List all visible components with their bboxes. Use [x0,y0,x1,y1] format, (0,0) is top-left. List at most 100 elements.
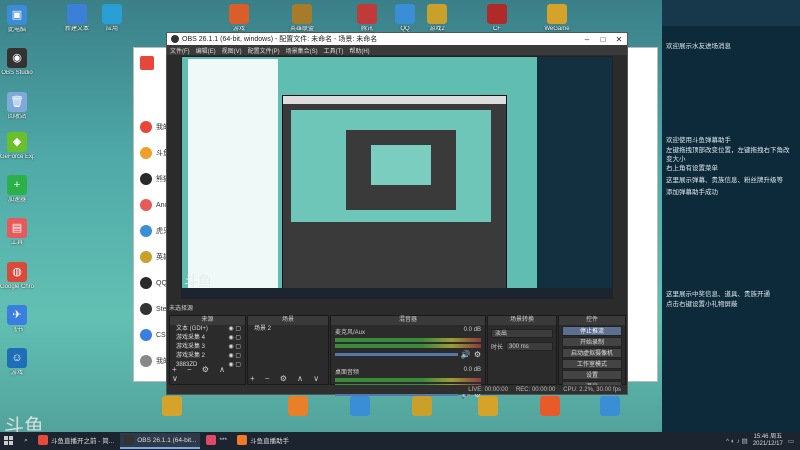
desktop-icon-label: 飞书 [10,327,23,333]
desktop-icon[interactable]: 游戏 [222,4,256,33]
control-button[interactable]: 启动虚拟摄像机 [562,348,622,358]
nested-preview [291,110,491,222]
list-item[interactable]: CS [140,326,166,344]
sources-panel[interactable]: 来源 文本 (GDI+) ◉ ▢ 游戏采集 4 ◉ ▢ 游戏采集 3 ◉ ▢ 游戏采集 2 ◉… [169,315,246,385]
menu-item[interactable]: 工具(T) [324,46,344,55]
search-icon[interactable]: ⌕ [18,432,34,450]
danmaku-chat-panel[interactable]: 欢迎展示水友进场消息 欢迎使用斗鱼弹幕助手 左键拖拽顶部改变位置，左键拖拽右下角改变… [662,0,800,432]
volume-slider-row[interactable]: 🔊 ⚙ [331,350,485,359]
desktop-icon[interactable]: ◆ GeForce Experience [0,132,34,161]
scene-item[interactable]: 场景 2 [248,325,328,334]
chat-message: 左键拖拽顶部改变位置，左键拖拽右下角改变大小 [666,147,790,163]
nested-obs-capture [282,95,507,295]
menu-item[interactable]: 文件(F) [170,46,190,55]
taskbar-item[interactable]: 斗鱼直播开之前 - 简... [34,433,118,449]
obs-window[interactable]: OBS 26.1.1 (64-bit, windows) - 配置文件: 未命名… [166,32,628,399]
desktop-icon[interactable]: 新建文本 [60,4,94,33]
control-button[interactable]: 停止推流 [562,326,622,336]
transition-panel[interactable]: 场景转换 淡出 时长 300 ms [487,315,557,385]
app-icon: + [7,175,27,195]
menu-item[interactable]: 视图(V) [222,46,242,55]
source-item[interactable]: 游戏采集 2 ◉ ▢ [170,352,245,361]
menu-item[interactable]: 帮助(H) [349,46,369,55]
desktop-icon[interactable] [350,396,370,416]
desktop-icon[interactable] [540,396,560,416]
mixer-channel[interactable]: 麦克风/Aux 0.0 dB 🔊 ⚙ [331,325,485,359]
desktop-icon[interactable]: ▣ 此电脑 [0,5,34,34]
minimize-icon[interactable]: – [579,35,595,44]
volume-meter [335,338,481,342]
desktop-icon[interactable] [288,396,308,416]
obs-preview-canvas[interactable]: 斗鱼 [181,56,613,299]
desktop-icon[interactable]: CF [480,4,514,33]
desktop-icon[interactable] [412,396,432,416]
source-item[interactable]: 游戏采集 4 ◉ ▢ [170,334,245,343]
desktop-icon[interactable]: 腾讯 [350,4,384,33]
taskbar-item[interactable]: *** [202,433,231,449]
desktop-icon[interactable] [478,396,498,416]
avatar [140,121,152,133]
desktop-icon[interactable]: ✈ 飞书 [0,305,34,334]
menu-item[interactable]: 编辑(E) [196,46,216,55]
obs-title-bar[interactable]: OBS 26.1.1 (64-bit, windows) - 配置文件: 未命名… [167,33,627,45]
taskbar-item[interactable]: OBS 26.1.1 (64-bit... [120,433,201,449]
desktop-icon[interactable]: ◉ OBS Studio [0,48,34,77]
source-item[interactable]: 文本 (GDI+) ◉ ▢ [170,325,245,334]
start-icon[interactable] [0,432,18,450]
avatar [140,199,152,211]
duration-input[interactable]: 300 ms [506,342,553,351]
mixer-channel-header: 桌面音频 0.0 dB [331,365,485,376]
desktop-icon[interactable]: 英雄联盟 [285,4,319,33]
visibility-icon[interactable]: ◉ ▢ [228,325,241,334]
visibility-icon[interactable]: ◉ ▢ [228,352,241,361]
notification-icon[interactable]: ▭ [788,437,794,445]
visibility-icon[interactable]: ◉ ▢ [228,334,241,343]
volume-meter [335,378,481,382]
obs-window-title: OBS 26.1.1 (64-bit, windows) - 配置文件: 未命名… [182,36,378,43]
maximize-icon[interactable]: □ [595,35,611,44]
speaker-icon[interactable]: 🔊 [461,350,471,359]
taskbar-app-icon [38,435,48,445]
desktop-icon[interactable]: WeGame [540,4,574,33]
visibility-icon[interactable]: ◉ ▢ [228,343,241,352]
audio-mixer-panel[interactable]: 混音器 麦克风/Aux 0.0 dB 🔊 ⚙ 桌面音频 0.0 dB 🔊 ⚙ [330,315,486,399]
desktop-icon[interactable] [162,396,182,416]
desktop-icon-label: Google Chrome [0,284,34,290]
desktop-icon[interactable]: ◍ Google Chrome [0,262,34,291]
desktop-icon[interactable] [600,396,620,416]
controls-panel[interactable]: 控件 停止推流开始录制启动虚拟摄像机工作室模式设置退出 [558,315,626,391]
transition-select[interactable]: 淡出 [491,329,553,338]
menu-item[interactable]: 场景集合(S) [286,46,318,55]
scenes-toolbar[interactable]: + − ⚙ ∧ ∨ [250,374,323,383]
desktop-icon[interactable]: QQ [388,4,422,33]
desktop-icon[interactable]: 🗑 回收站 [0,92,34,121]
volume-slider[interactable] [335,353,458,356]
desktop-icon[interactable]: ☺ 游戏 [0,348,34,377]
taskbar[interactable]: ⌕ 斗鱼直播开之前 - 简... OBS 26.1.1 (64-bit... ***… [0,432,800,450]
control-button[interactable]: 工作室模式 [562,359,622,369]
control-button[interactable]: 开始录制 [562,337,622,347]
scenes-panel[interactable]: 场景 场景 2 + − ⚙ ∧ ∨ [247,315,329,385]
desktop-icon[interactable]: 游戏2 [420,4,454,33]
app-icon: ◉ [7,48,27,68]
app-logo-icon [140,56,154,70]
obs-menu-bar: 文件(F) 编辑(E) 视图(V) 配置文件(P) 场景集合(S) 工具(T) 帮助(H) [167,45,627,55]
gear-icon[interactable]: ⚙ [474,350,481,359]
avatar [140,329,152,341]
app-icon [487,4,507,24]
menu-item[interactable]: 配置文件(P) [248,46,280,55]
chat-message: 这里展示弹幕、贵族信息、粉丝牌升级等 [666,177,783,184]
source-item[interactable]: 游戏采集 3 ◉ ▢ [170,343,245,352]
close-icon[interactable]: ✕ [611,35,627,44]
control-button[interactable]: 设置 [562,370,622,380]
obs-status-bar: LIVE: 00:00:00 REC: 00:00:00 CPU: 2.2%, … [167,385,627,394]
desktop-icon[interactable]: 应用 [95,4,129,33]
desktop-icon[interactable]: + 加速器 [0,175,34,204]
avatar [140,225,152,237]
list-item[interactable]: QQ [140,274,167,292]
source-item-label: 游戏采集 2 [176,353,206,359]
desktop-icon[interactable]: ▤ 工具 [0,218,34,247]
sources-toolbar[interactable]: + − ⚙ ∧ ∨ [172,365,245,383]
tray-icons[interactable]: ^ ◐ ♪ ▤ [726,437,748,445]
taskbar-item[interactable]: 斗鱼直播助手 [233,433,293,449]
